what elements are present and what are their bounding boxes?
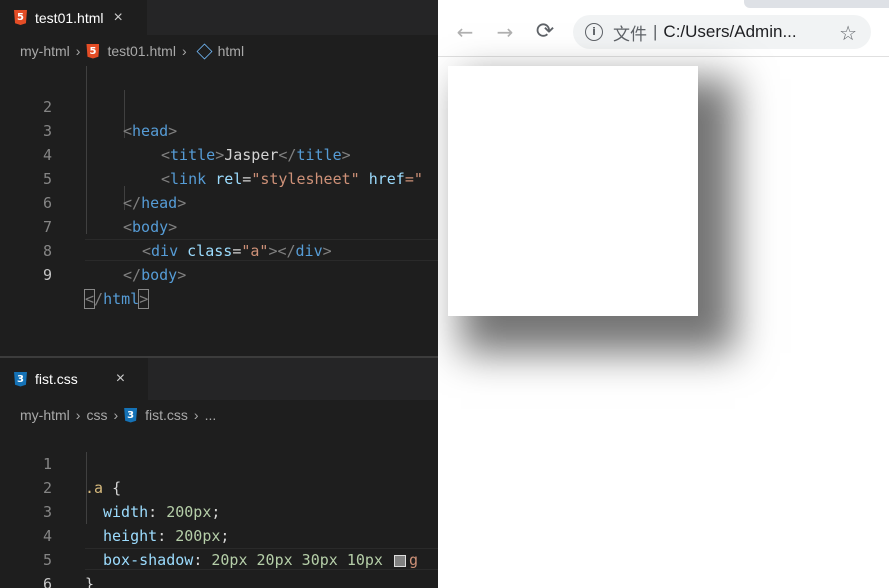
chevron-right-icon: › [75,43,81,59]
code-line: 2 width: 200px; [0,452,438,521]
breadcrumb: my-html › css › 3 fist.css › ... [0,401,438,429]
file-label: 文件 [613,24,647,44]
line-number: 9 [42,266,52,284]
tab-test01-html[interactable]: 5 test01.html × [0,0,147,35]
breadcrumb-item[interactable]: html [218,43,244,59]
code-area-bottom[interactable]: 1 .a { 2 width: 200px; 3 height: 200px; … [0,428,438,588]
html5-icon: 5 [86,43,100,59]
editor-tabbar-top: 5 test01.html × [0,0,438,35]
tab-fist-css[interactable]: 3 fist.css × [0,358,148,400]
star-icon[interactable]: ☆ [839,21,857,46]
chevron-right-icon: › [193,407,199,423]
code-area-top[interactable]: 2 <head> 3 <title>Jasper</title> 4 <link… [0,66,438,356]
reload-icon[interactable]: ⟳ [533,20,557,44]
breadcrumb-item[interactable]: my-html [20,407,70,423]
breadcrumb-item[interactable]: ... [205,407,217,423]
breadcrumb-item[interactable]: test01.html [107,43,175,59]
code-line: 8 </body> [0,215,438,284]
code-line: 5 } [0,524,438,588]
code-line: 6 [0,548,438,588]
address-bar[interactable]: i 文件 | C:/Users/Admin... ☆ [573,15,871,49]
close-icon[interactable]: × [116,370,125,388]
forward-icon[interactable]: → [493,20,517,44]
html5-icon: 5 [14,10,27,25]
breadcrumb-item[interactable]: css [86,407,107,423]
browser-toolbar: ← → ⟳ i 文件 | C:/Users/Admin... ☆ [438,0,889,57]
close-icon[interactable]: × [113,9,122,27]
code-line: 3 <title>Jasper</title> [0,95,438,164]
code-line: 4 <link rel="stylesheet" href=" [0,119,438,188]
code-token: } [85,575,95,588]
css3-icon: 3 [14,371,27,387]
editor-tabbar-bottom: 3 fist.css × [0,358,438,400]
code-line: 2 <head> [0,71,438,140]
css3-icon: 3 [124,407,138,423]
code-line: 3 height: 200px; [0,476,438,545]
code-line: 4 box-shadow: 20px 20px 30px 10px g [0,500,438,569]
chevron-right-icon: › [113,407,119,423]
cube-icon [196,43,213,59]
breadcrumb-item[interactable]: my-html [20,43,70,59]
code-token: body [141,266,178,284]
breadcrumb: my-html › 5 test01.html › html [0,37,438,65]
info-icon[interactable]: i [585,23,603,41]
code-line: 6 <body> [0,167,438,236]
browser-tabstrip [744,0,889,8]
line-number: 6 [42,575,52,588]
code-line: 7 <div class="a"></div> [0,191,438,260]
chevron-right-icon: › [75,407,81,423]
code-line: 5 </head> [0,143,438,212]
tab-label: fist.css [35,371,78,387]
breadcrumb-item[interactable]: fist.css [145,407,188,423]
browser-window: ← → ⟳ i 文件 | C:/Users/Admin... ☆ [438,0,889,588]
tab-label: test01.html [35,9,104,26]
url-text[interactable]: C:/Users/Admin... [663,22,796,42]
back-icon[interactable]: ← [453,20,477,44]
shadow-box [448,66,698,316]
address-divider: | [653,22,658,41]
chevron-right-icon: › [181,43,187,59]
code-token: html [103,290,140,308]
code-editor: 5 test01.html × my-html › 5 test01.html … [0,0,438,588]
code-line: 9 </html> [0,239,438,309]
code-line: 1 .a { [0,428,438,497]
